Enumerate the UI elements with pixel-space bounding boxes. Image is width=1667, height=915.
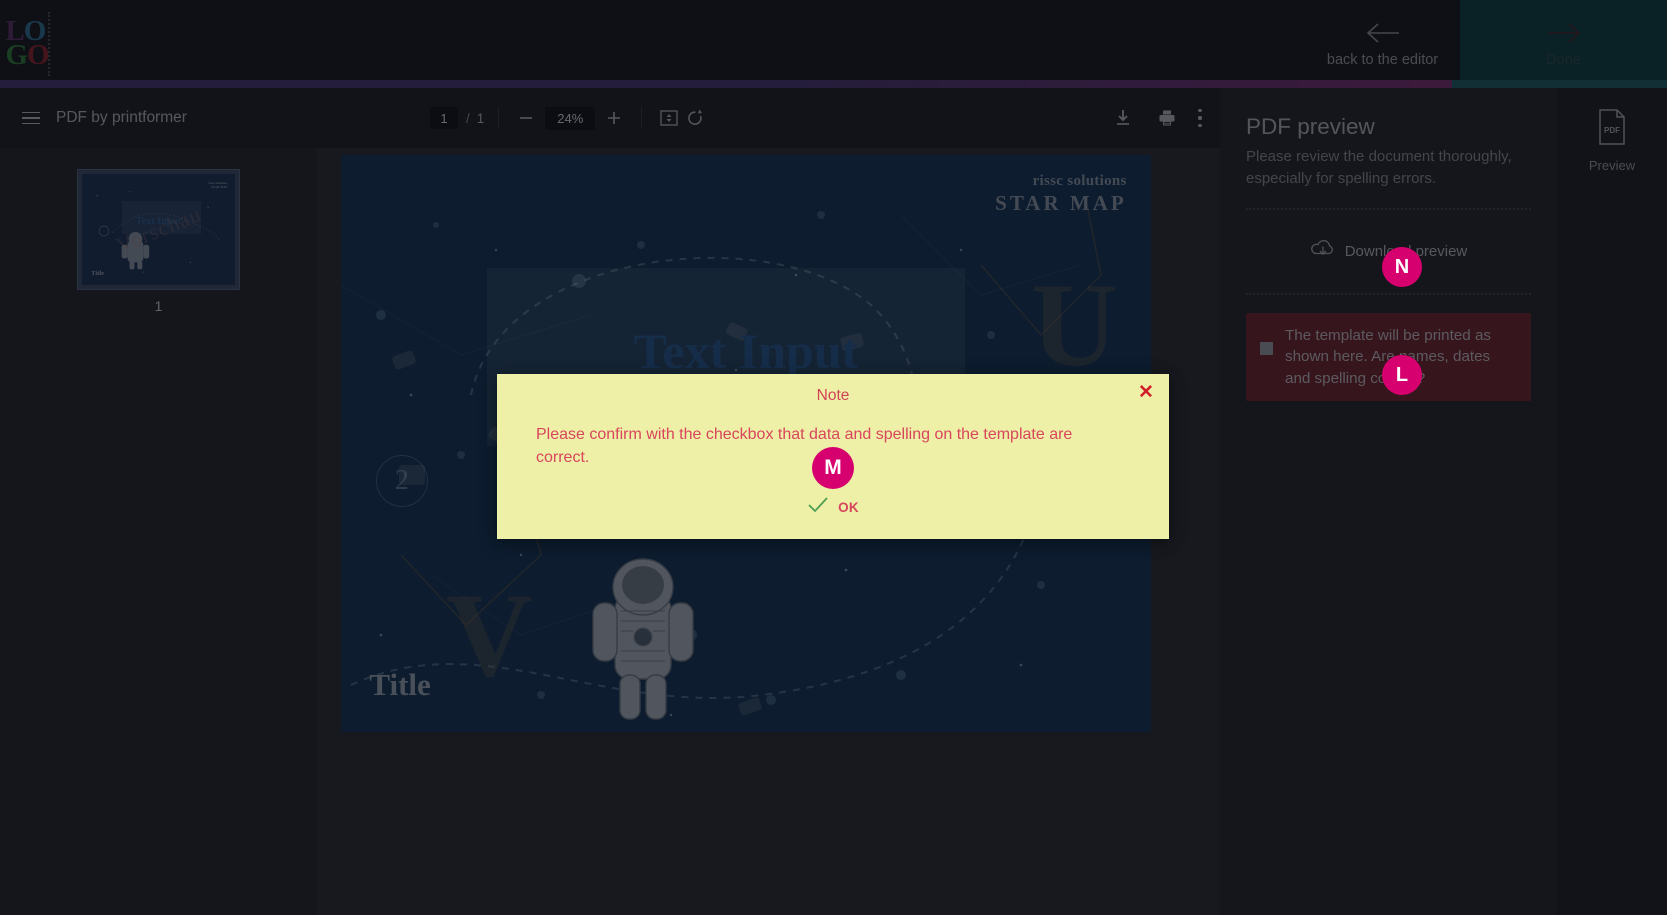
app-root: LO GO back to the editor D: [0, 0, 1667, 915]
modal-ok-label: OK: [838, 500, 859, 515]
annotation-badge-n: N: [1382, 247, 1422, 287]
annotation-badge-m: M: [812, 447, 854, 489]
modal-title: Note: [497, 374, 1169, 405]
annotation-badge-l: L: [1382, 355, 1422, 395]
check-icon: [807, 496, 829, 519]
close-x-icon[interactable]: ✕: [1137, 384, 1155, 402]
modal-ok-button[interactable]: OK: [497, 496, 1169, 519]
